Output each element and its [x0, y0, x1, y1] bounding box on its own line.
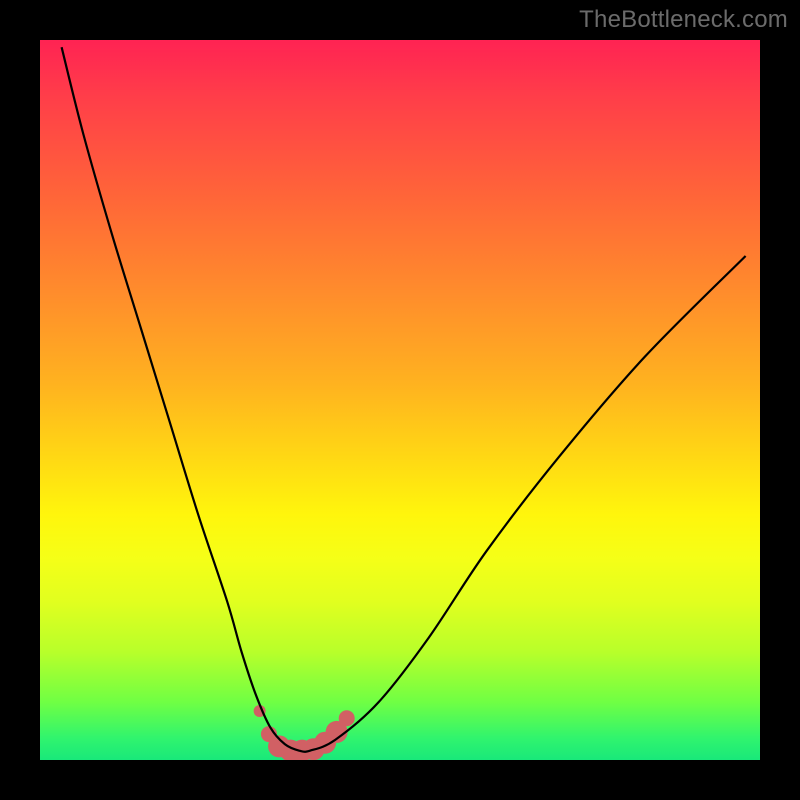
bottleneck-curve [62, 47, 746, 752]
curve-layer [40, 40, 760, 760]
watermark-text: TheBottleneck.com [579, 6, 788, 34]
chart-container: TheBottleneck.com [0, 0, 800, 800]
plot-area [40, 40, 760, 760]
